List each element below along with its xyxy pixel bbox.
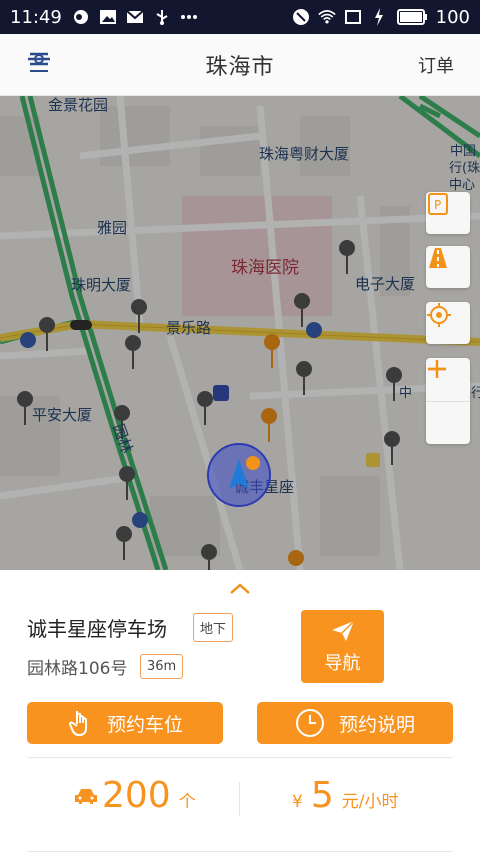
- parking-icon: P: [428, 193, 448, 215]
- reservation-info-label: 预约说明: [338, 713, 415, 736]
- parking-lot-name: 诚丰星座停车场: [27, 617, 167, 641]
- map-label: 景乐路: [166, 319, 212, 337]
- divider: [27, 851, 453, 852]
- reserve-spot-label: 预约车位: [106, 713, 183, 736]
- current-location-marker: [207, 443, 271, 507]
- notification-icon: [72, 8, 90, 26]
- hourly-price: ¥ 5 元/小时: [292, 775, 398, 816]
- more-icon: [180, 8, 198, 26]
- zoom-controls: [426, 358, 470, 444]
- status-time: 11:49: [10, 6, 62, 28]
- map-label: 中: [399, 386, 413, 401]
- zoom-out-icon[interactable]: [426, 367, 470, 444]
- map-view[interactable]: 金景花园 珠海粤财大厦 雅园 珠海医院 电子大厦 珠明大厦 景乐路 平安大厦 园…: [0, 96, 480, 570]
- navigation-arrow-icon: [229, 456, 260, 489]
- status-icons-right: 100: [292, 7, 470, 28]
- available-spots: 200 个: [74, 775, 196, 816]
- mute-icon: [292, 8, 310, 26]
- app-logo-icon[interactable]: [22, 48, 56, 80]
- parking-lot-address: 园林路106号: [27, 659, 128, 679]
- level-tag: 地下: [193, 613, 234, 642]
- divider: [27, 757, 453, 758]
- status-icons-left: [72, 8, 198, 26]
- app-header: 珠海市 订单: [0, 34, 480, 96]
- map-label: 中心: [449, 178, 476, 193]
- reserve-spot-button[interactable]: 预约车位: [27, 702, 223, 744]
- map-label: 平安大厦: [32, 406, 93, 424]
- car-icon: [75, 788, 97, 804]
- mail-icon: [126, 8, 144, 26]
- currency-symbol: ¥: [292, 792, 303, 812]
- spots-unit: 个: [178, 792, 196, 812]
- reservation-info-button[interactable]: 预约说明: [257, 702, 453, 744]
- road-icon: [429, 248, 447, 268]
- sim-icon: [344, 8, 362, 26]
- hand-tap-icon: [68, 711, 87, 737]
- paper-plane-icon: [331, 619, 355, 641]
- map-label: 金景花园: [48, 96, 109, 114]
- locate-icon: [427, 303, 451, 327]
- price-value: 5: [310, 775, 334, 816]
- usb-icon: [153, 8, 171, 26]
- clock-icon: [295, 709, 324, 737]
- page-title: 珠海市: [205, 54, 275, 80]
- battery-percent: 100: [435, 6, 470, 28]
- map-label: 珠海医院: [231, 258, 299, 278]
- orders-link[interactable]: 订单: [418, 52, 454, 78]
- svg-text:P: P: [434, 198, 441, 212]
- map-label: 珠明大厦: [71, 276, 132, 294]
- spots-count: 200: [102, 775, 171, 816]
- wifi-icon: [317, 8, 336, 26]
- price-unit: 元/小时: [341, 792, 399, 812]
- traffic-button[interactable]: [426, 246, 470, 288]
- charging-icon: [370, 8, 388, 26]
- distance-tag: 36m: [140, 654, 184, 679]
- battery-icon: [396, 8, 428, 26]
- parking-filter-button[interactable]: P: [426, 192, 470, 234]
- map-label: 珠海粤财大厦: [259, 145, 350, 163]
- status-bar: 11:49 100: [0, 0, 480, 34]
- chevron-up-icon[interactable]: [229, 580, 251, 599]
- map-label: 雅园: [97, 219, 128, 237]
- navigate-label: 导航: [324, 652, 361, 674]
- image-icon: [99, 8, 117, 26]
- locate-button[interactable]: [426, 302, 470, 344]
- navigate-button[interactable]: 导航: [301, 610, 384, 683]
- map-label: 电子大厦: [355, 275, 416, 293]
- parking-detail-sheet: 诚丰星座停车场 地下 园林路106号 36m 导航 预约车位 预约说明 200 …: [0, 570, 480, 853]
- divider: [239, 782, 240, 816]
